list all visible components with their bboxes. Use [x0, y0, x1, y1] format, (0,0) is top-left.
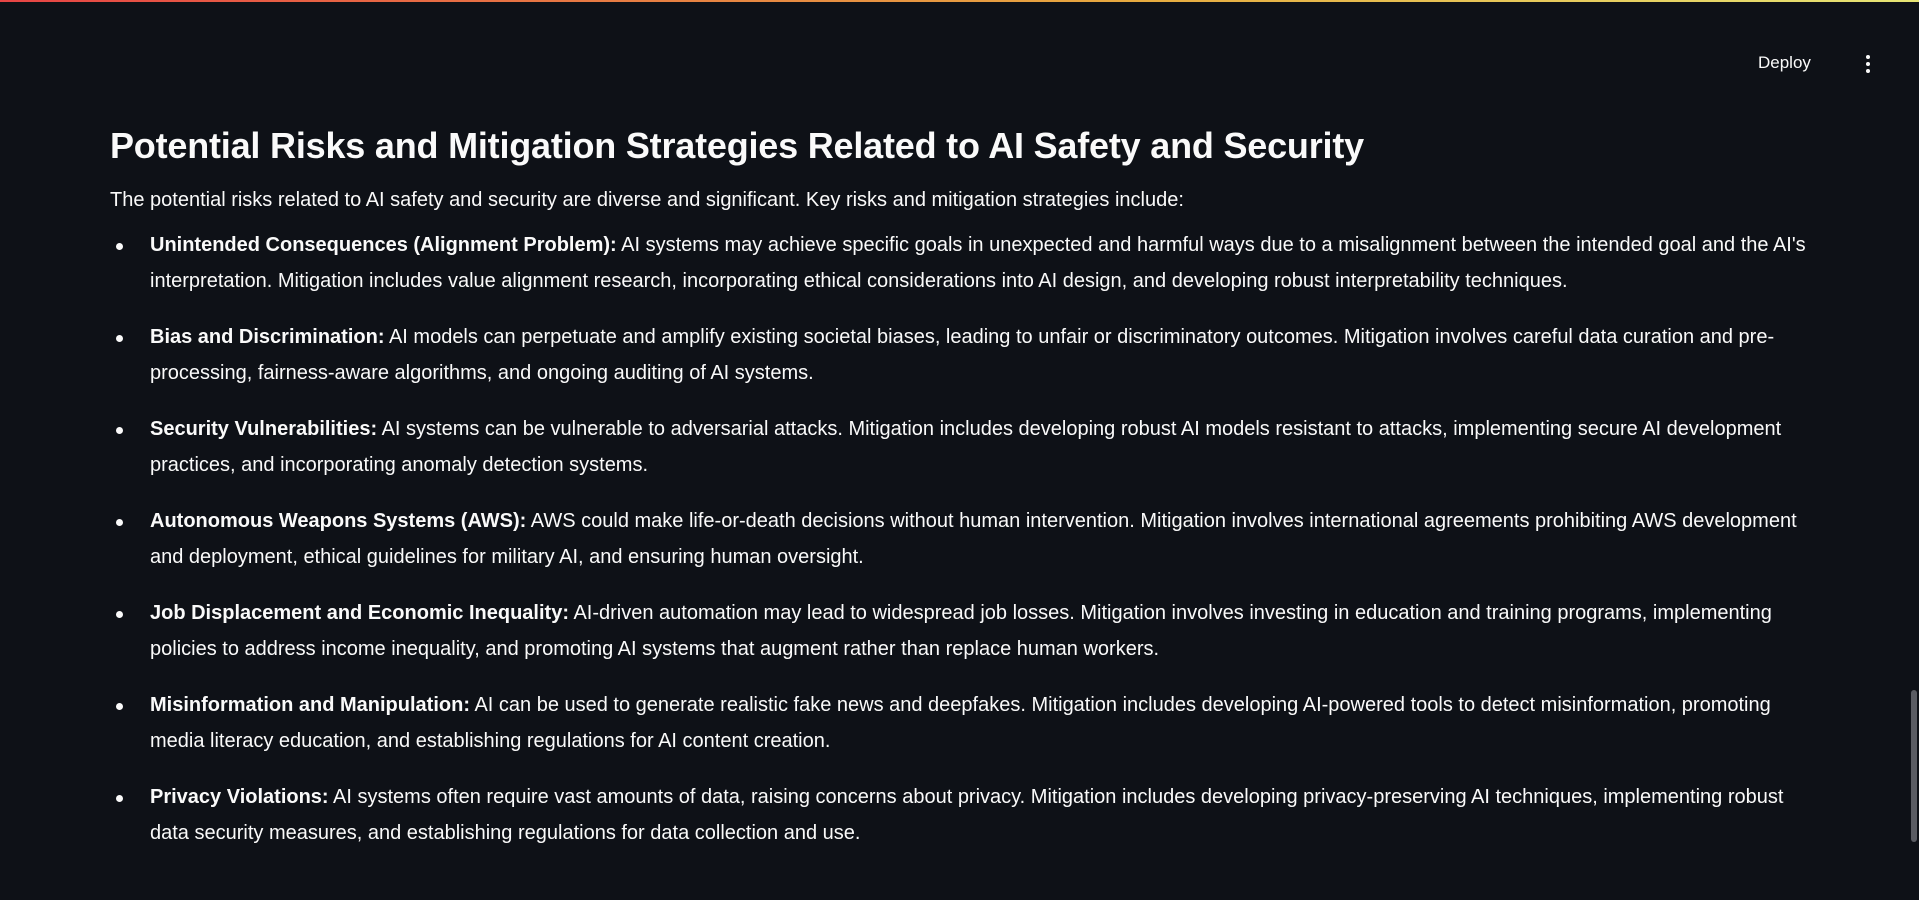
bullet-icon [116, 335, 123, 342]
list-item: Job Displacement and Economic Inequality… [116, 596, 1810, 667]
bullet-icon [116, 795, 123, 802]
list-item: Misinformation and Manipulation: AI can … [116, 688, 1810, 759]
bullet-icon [116, 519, 123, 526]
risk-name: Privacy Violations: [150, 786, 329, 808]
list-item: Autonomous Weapons Systems (AWS): AWS co… [116, 504, 1810, 575]
risk-name: Autonomous Weapons Systems (AWS): [150, 510, 527, 532]
app-header: Deploy [0, 9, 1919, 109]
vertical-scrollbar[interactable] [1909, 0, 1919, 900]
risk-name: Unintended Consequences (Alignment Probl… [150, 234, 617, 256]
bullet-icon [116, 243, 123, 250]
list-item: Security Vulnerabilities: AI systems can… [116, 412, 1810, 483]
intro-paragraph: The potential risks related to AI safety… [110, 189, 1184, 211]
page-title: Potential Risks and Mitigation Strategie… [110, 125, 1364, 166]
main-content: Potential Risks and Mitigation Strategie… [110, 118, 1810, 872]
bullet-icon [116, 611, 123, 618]
bullet-icon [116, 427, 123, 434]
deploy-button[interactable]: Deploy [1758, 53, 1811, 73]
risk-description: AI systems can be vulnerable to adversar… [150, 418, 1782, 476]
risk-list: Unintended Consequences (Alignment Probl… [110, 228, 1810, 851]
risk-name: Security Vulnerabilities: [150, 418, 378, 440]
list-item: Privacy Violations: AI systems often req… [116, 780, 1810, 851]
top-decoration-bar [0, 0, 1919, 9]
scrollbar-thumb[interactable] [1911, 690, 1917, 842]
list-item: Unintended Consequences (Alignment Probl… [116, 228, 1810, 299]
risk-name: Job Displacement and Economic Inequality… [150, 602, 569, 624]
risk-description: AI systems often require vast amounts of… [150, 786, 1784, 844]
risk-name: Bias and Discrimination: [150, 326, 385, 348]
kebab-menu-icon[interactable] [1858, 49, 1878, 79]
bullet-icon [116, 703, 123, 710]
risk-name: Misinformation and Manipulation: [150, 694, 470, 716]
list-item: Bias and Discrimination: AI models can p… [116, 320, 1810, 391]
risk-description: AI models can perpetuate and amplify exi… [150, 326, 1775, 384]
